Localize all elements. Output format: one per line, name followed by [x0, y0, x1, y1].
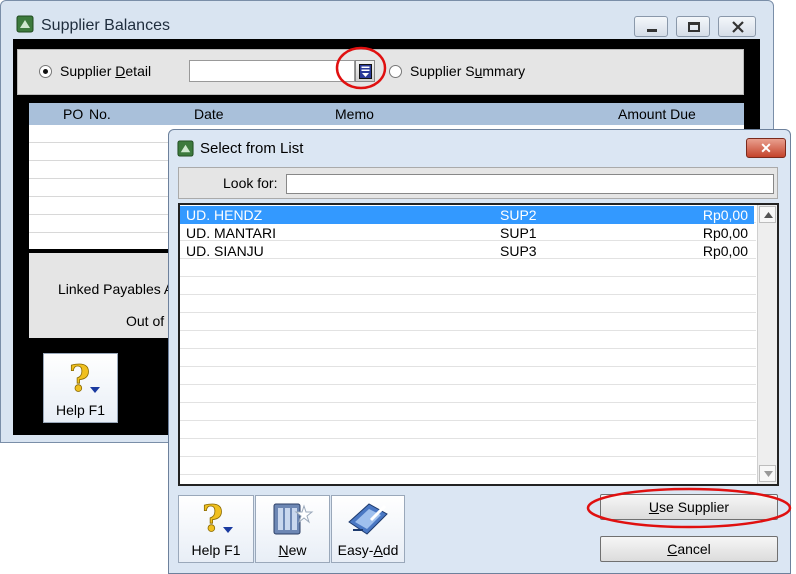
new-label-rest: ew	[288, 542, 307, 558]
maximize-icon	[688, 22, 700, 32]
help-button[interactable]: ? Help F1	[178, 495, 254, 563]
supplier-summary-label-rest: mmary	[482, 63, 526, 79]
supplier-code: SUP2	[500, 207, 537, 223]
look-for-input[interactable]	[286, 174, 774, 194]
supplier-detail-radio[interactable]	[39, 65, 52, 78]
list-item[interactable]: UD. SIANJU SUP3 Rp0,00	[180, 242, 754, 260]
supplier-name: UD. SIANJU	[186, 243, 264, 259]
app-icon	[177, 140, 194, 157]
maximize-button[interactable]	[676, 16, 710, 37]
look-for-bar: Look for:	[178, 167, 778, 199]
column-header-bar: PO No. Date Memo Amount Due	[29, 103, 744, 125]
list-item[interactable]: UD. HENDZ SUP2 Rp0,00	[180, 206, 754, 224]
supplier-detail-label-part: Supplier	[60, 63, 116, 79]
new-label-mnemonic: N	[278, 542, 289, 558]
new-card-icon	[273, 503, 314, 535]
supplier-amount: Rp0,00	[702, 225, 748, 241]
supplier-summary-label[interactable]: Supplier Summary	[410, 63, 525, 79]
annotation-circle-use-supplier	[586, 487, 792, 529]
scroll-down-button[interactable]	[759, 465, 776, 482]
supplier-detail-label[interactable]: Supplier Detail	[60, 63, 151, 79]
scroll-up-button[interactable]	[759, 206, 776, 223]
supplier-amount: Rp0,00	[702, 243, 748, 259]
supplier-code: SUP1	[500, 225, 537, 241]
easy-add-label-rest: dd	[382, 542, 399, 558]
help-label: Help F1	[55, 402, 106, 418]
supplier-code: SUP3	[500, 243, 537, 259]
close-icon: ✕	[760, 140, 772, 156]
linked-payables-label: Linked Payables A	[58, 281, 174, 297]
col-amount-due: Amount Due	[618, 106, 696, 122]
app-icon	[16, 15, 34, 33]
supplier-summary-radio[interactable]	[389, 65, 402, 78]
cancel-label-mnemonic: C	[667, 541, 678, 557]
dialog-close-button[interactable]: ✕	[746, 138, 786, 158]
supplier-detail-label-mnemonic: D	[115, 63, 126, 79]
supplier-summary-label-part: Supplier S	[410, 63, 475, 79]
chevron-up-icon	[764, 212, 773, 218]
cancel-button[interactable]: Cancel	[600, 536, 778, 562]
window-title: Supplier Balances	[41, 17, 170, 34]
supplier-name: UD. MANTARI	[186, 225, 276, 241]
dialog-title: Select from List	[200, 140, 304, 157]
svg-text:?: ?	[69, 359, 90, 397]
out-of-label: Out of	[126, 313, 165, 329]
easy-add-label: Easy-Add	[332, 542, 404, 558]
easy-add-label-mnemonic: A	[373, 542, 383, 558]
easy-add-card-icon	[348, 503, 388, 535]
close-button[interactable]	[718, 16, 756, 37]
supplier-field[interactable]	[189, 60, 355, 82]
col-memo: Memo	[335, 106, 374, 122]
look-for-label: Look for:	[223, 175, 278, 191]
minimize-button[interactable]	[634, 16, 668, 37]
help-label: Help F1	[191, 542, 241, 558]
supplier-list[interactable]: UD. HENDZ SUP2 Rp0,00 UD. MANTARI SUP1 R…	[178, 203, 779, 486]
col-date: Date	[194, 106, 224, 122]
help-question-icon: ?	[69, 359, 100, 397]
close-icon	[732, 21, 744, 33]
help-question-icon: ?	[202, 499, 233, 537]
col-po: PO	[63, 106, 84, 122]
annotation-circle-list-button	[335, 46, 387, 90]
supplier-name: UD. HENDZ	[186, 207, 263, 223]
list-item[interactable]: UD. MANTARI SUP1 Rp0,00	[180, 224, 754, 242]
list-scrollbar[interactable]	[757, 205, 777, 484]
minimize-icon	[647, 29, 657, 32]
svg-text:?: ?	[202, 499, 223, 537]
easy-add-label-part: Easy-	[337, 542, 374, 558]
new-button[interactable]: New	[255, 495, 330, 563]
new-label: New	[256, 542, 329, 558]
list-rows: UD. HENDZ SUP2 Rp0,00 UD. MANTARI SUP1 R…	[180, 205, 756, 484]
chevron-down-icon	[764, 471, 773, 477]
supplier-amount: Rp0,00	[702, 207, 748, 223]
help-button[interactable]: ? Help F1	[43, 353, 118, 423]
cancel-label-rest: ancel	[677, 541, 711, 557]
col-po-no: No.	[89, 106, 111, 122]
supplier-detail-label-rest: etail	[125, 63, 152, 79]
easy-add-button[interactable]: Easy-Add	[331, 495, 405, 563]
